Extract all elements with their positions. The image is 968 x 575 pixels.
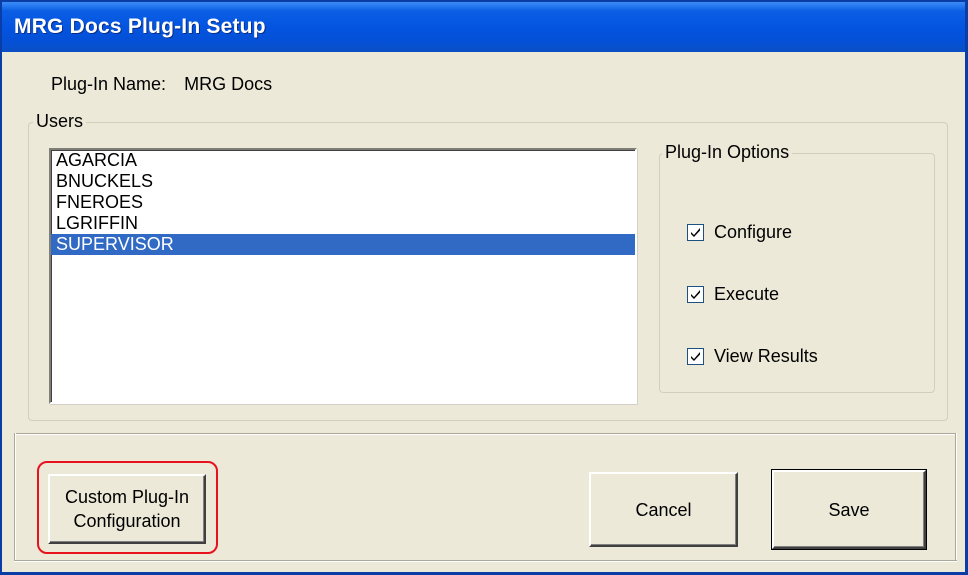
user-list-item[interactable]: FNEROES (51, 192, 635, 213)
save-button[interactable]: Save (771, 469, 927, 550)
view-results-label: View Results (714, 345, 818, 366)
user-list-item[interactable]: BNUCKELS (51, 171, 635, 192)
view-results-checkbox[interactable] (687, 347, 704, 365)
users-listbox[interactable]: AGARCIA BNUCKELS FNEROES LGRIFFIN SUPERV… (49, 148, 637, 404)
user-list-item[interactable]: AGARCIA (51, 150, 635, 171)
execute-option[interactable]: Execute (687, 282, 779, 306)
button-panel-border-left (14, 433, 16, 562)
user-list-item-selected[interactable]: SUPERVISOR (51, 234, 635, 255)
user-list-item[interactable]: LGRIFFIN (51, 213, 635, 234)
plugin-name-value: MRG Docs (184, 74, 273, 94)
custom-plugin-configuration-button[interactable]: Custom Plug-In Configuration (48, 474, 206, 544)
execute-checkbox[interactable] (687, 285, 704, 303)
users-group: Users AGARCIA BNUCKELS FNEROES LGRIFFIN … (28, 111, 948, 421)
button-panel-border-right (955, 433, 957, 562)
plugin-name-row: Plug-In Name: MRG Docs (51, 74, 272, 95)
view-results-option[interactable]: View Results (687, 344, 818, 368)
cancel-button[interactable]: Cancel (589, 472, 738, 547)
configure-checkbox[interactable] (687, 223, 704, 241)
plugin-options-legend: Plug-In Options (662, 142, 793, 163)
execute-label: Execute (714, 283, 780, 304)
plugin-name-label: Plug-In Name: (51, 74, 167, 94)
users-legend: Users (33, 111, 87, 132)
checkmark-icon (691, 227, 700, 237)
checkmark-icon (691, 289, 700, 299)
configure-option[interactable]: Configure (687, 220, 792, 244)
checkmark-icon (691, 351, 700, 361)
plugin-setup-window: MRG Docs Plug-In Setup Plug-In Name: MRG… (0, 0, 968, 575)
configure-label: Configure (714, 221, 793, 242)
button-panel-border-bottom (14, 560, 957, 562)
plugin-options-group: Plug-In Options Configure Execute View R… (659, 142, 935, 393)
title-bar[interactable]: MRG Docs Plug-In Setup (2, 2, 965, 52)
button-panel-border-top (14, 433, 957, 435)
window-title: MRG Docs Plug-In Setup (14, 15, 266, 38)
